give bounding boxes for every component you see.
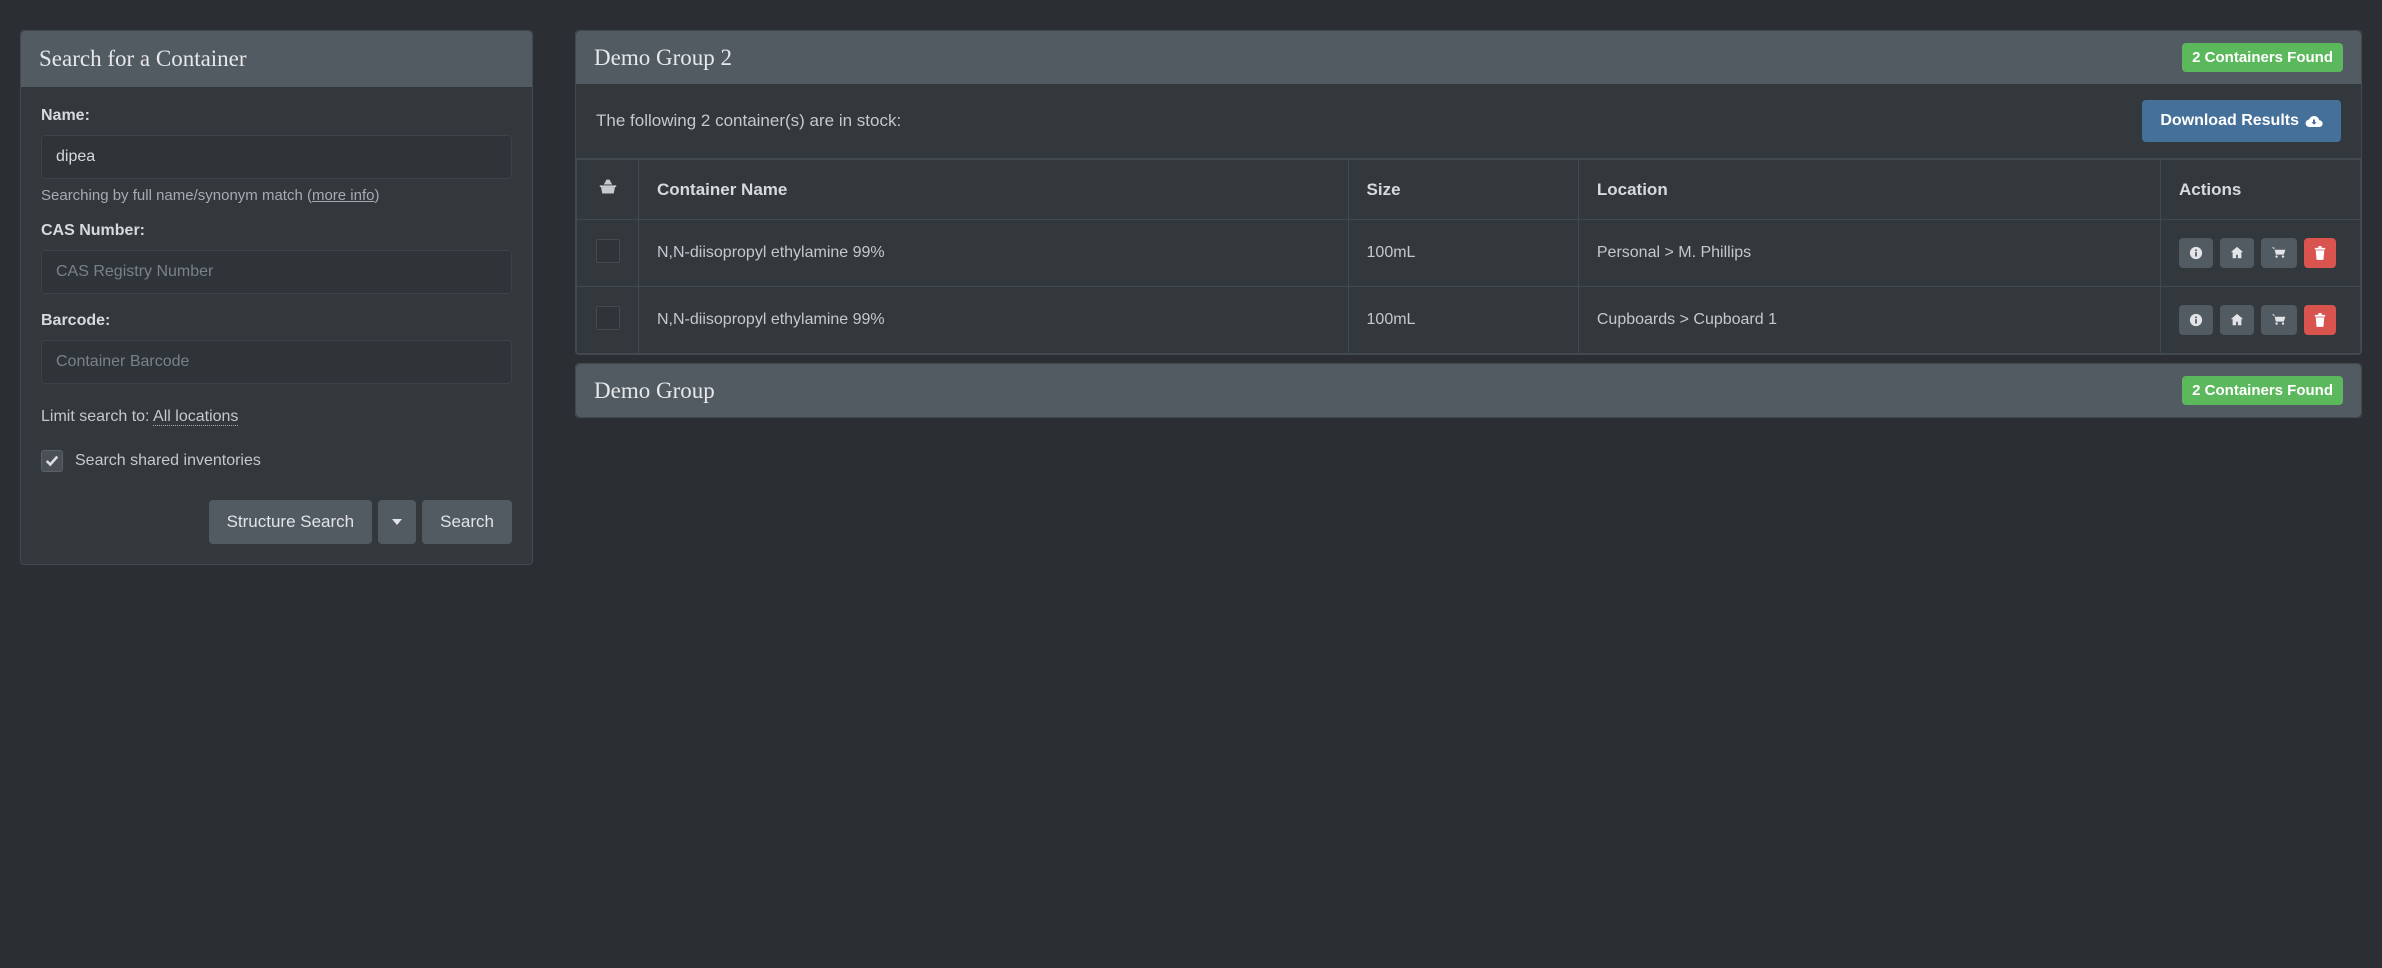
row-checkbox[interactable] — [596, 306, 620, 330]
stock-message: The following 2 container(s) are in stoc… — [596, 111, 901, 131]
home-button[interactable] — [2220, 238, 2254, 268]
delete-button[interactable] — [2304, 238, 2336, 268]
group-subheading: The following 2 container(s) are in stoc… — [576, 84, 2361, 159]
group-heading[interactable]: Demo Group 2 2 Containers Found — [576, 31, 2361, 84]
group-title: Demo Group — [594, 378, 715, 404]
home-button[interactable] — [2220, 305, 2254, 335]
name-label: Name: — [41, 107, 512, 125]
name-help-text: Searching by full name/synonym match (mo… — [41, 187, 512, 204]
cas-input[interactable] — [41, 250, 512, 294]
results-table: Container Name Size Location Actions N,N… — [576, 159, 2361, 354]
cas-label: CAS Number: — [41, 222, 512, 240]
results-column: Demo Group 2 2 Containers Found The foll… — [575, 30, 2362, 426]
cart-icon — [2271, 313, 2287, 327]
result-group: Demo Group 2 Containers Found — [575, 363, 2362, 418]
name-header: Container Name — [639, 160, 1349, 220]
actions-header: Actions — [2161, 160, 2361, 220]
barcode-label: Barcode: — [41, 312, 512, 330]
select-all-header[interactable] — [577, 160, 639, 220]
row-checkbox[interactable] — [596, 239, 620, 263]
cart-icon — [2271, 246, 2287, 260]
limit-locations-link[interactable]: All locations — [153, 408, 238, 426]
limit-prefix: Limit search to: — [41, 408, 153, 425]
more-info-link[interactable]: more info — [312, 187, 375, 204]
group-title: Demo Group 2 — [594, 45, 732, 71]
basket-icon — [598, 178, 618, 196]
limit-search-row: Limit search to: All locations — [41, 408, 512, 426]
structure-search-dropdown[interactable] — [378, 500, 416, 544]
info-button[interactable] — [2179, 305, 2213, 335]
download-results-button[interactable]: Download Results — [2142, 100, 2341, 142]
cell-size: 100mL — [1348, 287, 1578, 354]
shared-inventories-checkbox[interactable] — [41, 450, 63, 472]
location-header: Location — [1578, 160, 2160, 220]
home-icon — [2230, 246, 2244, 260]
home-icon — [2230, 313, 2244, 327]
containers-found-badge: 2 Containers Found — [2182, 376, 2343, 405]
table-row: N,N-diisopropyl ethylamine 99% 100mL Cup… — [577, 287, 2361, 354]
structure-search-button[interactable]: Structure Search — [209, 500, 373, 544]
cell-location: Personal > M. Phillips — [1578, 220, 2160, 287]
search-panel-title: Search for a Container — [21, 31, 532, 87]
name-input[interactable] — [41, 135, 512, 179]
info-icon — [2189, 313, 2203, 327]
cart-button[interactable] — [2261, 305, 2297, 335]
cell-location: Cupboards > Cupboard 1 — [1578, 287, 2160, 354]
cell-name: N,N-diisopropyl ethylamine 99% — [639, 287, 1349, 354]
group-heading[interactable]: Demo Group 2 Containers Found — [576, 364, 2361, 417]
download-results-label: Download Results — [2160, 112, 2299, 130]
containers-found-badge: 2 Containers Found — [2182, 43, 2343, 72]
info-button[interactable] — [2179, 238, 2213, 268]
cart-button[interactable] — [2261, 238, 2297, 268]
name-help-suffix: ) — [374, 187, 379, 204]
search-button[interactable]: Search — [422, 500, 512, 544]
trash-icon — [2314, 246, 2326, 260]
cloud-download-icon — [2305, 114, 2323, 128]
cell-size: 100mL — [1348, 220, 1578, 287]
search-panel: Search for a Container Name: Searching b… — [20, 30, 533, 565]
trash-icon — [2314, 313, 2326, 327]
size-header: Size — [1348, 160, 1578, 220]
delete-button[interactable] — [2304, 305, 2336, 335]
cell-name: N,N-diisopropyl ethylamine 99% — [639, 220, 1349, 287]
name-help-prefix: Searching by full name/synonym match ( — [41, 187, 312, 204]
check-icon — [45, 454, 59, 468]
shared-inventories-label: Search shared inventories — [75, 452, 261, 470]
info-icon — [2189, 246, 2203, 260]
caret-down-icon — [392, 519, 402, 525]
table-row: N,N-diisopropyl ethylamine 99% 100mL Per… — [577, 220, 2361, 287]
barcode-input[interactable] — [41, 340, 512, 384]
result-group: Demo Group 2 2 Containers Found The foll… — [575, 30, 2362, 355]
